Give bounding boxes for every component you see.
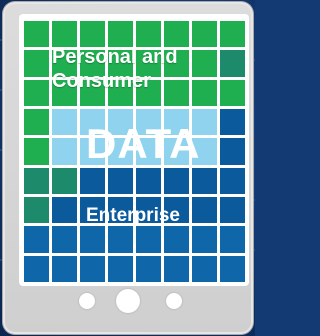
grid-tile bbox=[80, 21, 105, 48]
grid-tile bbox=[220, 79, 245, 106]
grid-tile bbox=[52, 138, 77, 165]
grid-tile bbox=[220, 138, 245, 165]
grid-tile bbox=[136, 226, 161, 253]
grid-tile bbox=[136, 167, 161, 194]
grid-tile bbox=[24, 255, 49, 282]
grid-tile bbox=[108, 167, 133, 194]
grid-tile bbox=[220, 109, 245, 136]
grid-tile bbox=[24, 21, 49, 48]
grid-tile bbox=[164, 167, 189, 194]
grid-tile bbox=[24, 138, 49, 165]
grid-tile bbox=[52, 167, 77, 194]
personal-and-consumer-label: Personal and Consumer bbox=[52, 46, 178, 92]
grid-tile bbox=[108, 255, 133, 282]
grid-tile bbox=[136, 21, 161, 48]
grid-tile bbox=[220, 21, 245, 48]
grid-tile bbox=[52, 226, 77, 253]
grid-tile bbox=[52, 21, 77, 48]
grid-tile bbox=[220, 226, 245, 253]
grid-tile bbox=[108, 226, 133, 253]
grid-tile bbox=[80, 167, 105, 194]
grid-tile bbox=[192, 226, 217, 253]
grid-tile bbox=[192, 197, 217, 224]
grid-tile bbox=[52, 255, 77, 282]
grid-tile bbox=[24, 109, 49, 136]
grid-tile bbox=[24, 79, 49, 106]
grid-tile bbox=[24, 226, 49, 253]
grid-tile bbox=[192, 167, 217, 194]
grid-tile bbox=[220, 255, 245, 282]
left-button[interactable] bbox=[79, 293, 95, 309]
grid-tile bbox=[220, 197, 245, 224]
grid-tile bbox=[24, 197, 49, 224]
grid-tile bbox=[164, 255, 189, 282]
home-button[interactable] bbox=[116, 289, 140, 313]
grid-tile bbox=[220, 50, 245, 77]
grid-tile bbox=[136, 255, 161, 282]
grid-tile bbox=[164, 226, 189, 253]
grid-tile bbox=[192, 255, 217, 282]
data-label: DATA bbox=[86, 120, 201, 167]
grid-tile bbox=[24, 50, 49, 77]
grid-tile bbox=[80, 226, 105, 253]
grid-tile bbox=[164, 21, 189, 48]
grid-tile bbox=[108, 21, 133, 48]
grid-tile bbox=[192, 21, 217, 48]
grid-tile bbox=[52, 109, 77, 136]
grid-tile bbox=[220, 167, 245, 194]
tablet-illustration: Personal and Consumer DATA Enterprise bbox=[0, 0, 255, 336]
grid-tile bbox=[80, 255, 105, 282]
enterprise-label: Enterprise bbox=[86, 205, 180, 226]
grid-tile bbox=[24, 167, 49, 194]
right-button[interactable] bbox=[166, 293, 182, 309]
grid-tile bbox=[52, 197, 77, 224]
